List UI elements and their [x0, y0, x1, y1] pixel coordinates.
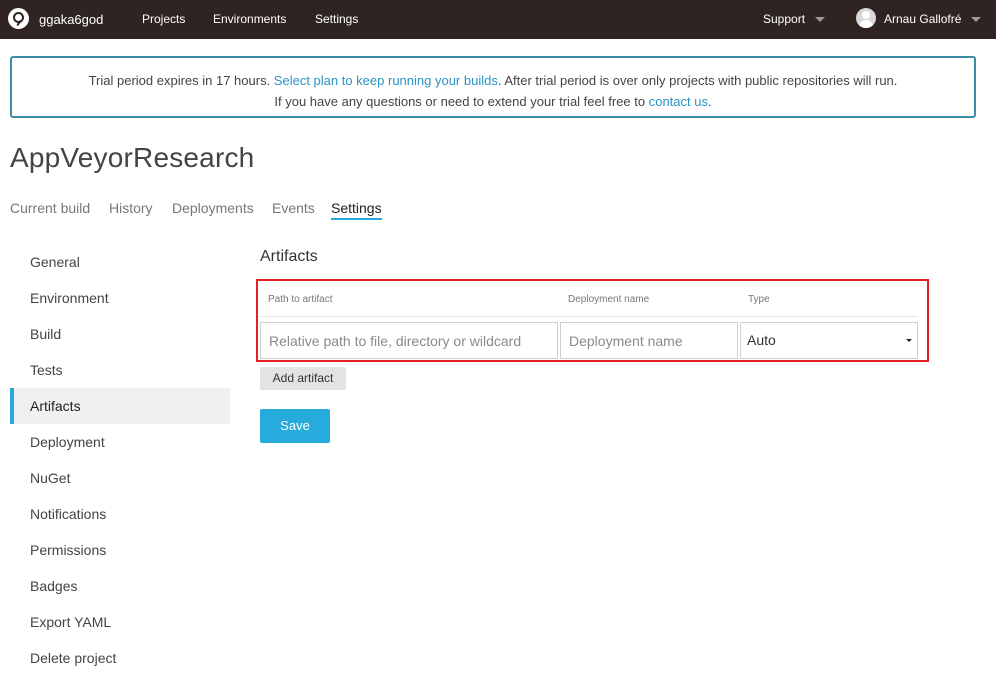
contact-us-link[interactable]: contact us — [649, 94, 708, 109]
column-header-divider — [260, 316, 918, 317]
page-title: AppVeyorResearch — [10, 142, 255, 173]
banner-text: Trial period expires in 17 hours. — [88, 73, 274, 88]
tab-events[interactable]: Events — [272, 200, 315, 216]
artifact-type-select[interactable]: Auto — [740, 322, 918, 359]
sidebar-item-general[interactable]: General — [10, 244, 230, 280]
artifact-type-value: Auto — [747, 332, 776, 348]
sidebar-item-permissions[interactable]: Permissions — [10, 532, 230, 568]
banner-text: If you have any questions or need to ext… — [274, 94, 649, 109]
trial-banner: Trial period expires in 17 hours. Select… — [10, 56, 976, 118]
column-header-deployment-name: Deployment name — [568, 294, 650, 305]
add-artifact-button[interactable]: Add artifact — [260, 367, 346, 390]
banner-text: . After trial period is over only projec… — [497, 73, 898, 88]
appveyor-logo-icon[interactable] — [8, 8, 29, 29]
chevron-down-icon — [971, 17, 982, 23]
nav-projects[interactable]: Projects — [142, 12, 185, 26]
section-title: Artifacts — [260, 248, 318, 265]
banner-text: . — [707, 94, 712, 109]
support-menu[interactable]: Support — [763, 12, 826, 26]
top-navbar: ggaka6god Projects Environments Settings… — [0, 0, 996, 39]
tab-history[interactable]: History — [109, 200, 153, 216]
sidebar-item-export-yaml[interactable]: Export YAML — [10, 604, 230, 640]
sidebar-item-nuget[interactable]: NuGet — [10, 460, 230, 496]
user-menu[interactable]: Arnau Gallofré — [884, 12, 982, 26]
caret-down-icon — [906, 339, 912, 342]
user-avatar[interactable] — [856, 8, 876, 28]
sidebar-item-notifications[interactable]: Notifications — [10, 496, 230, 532]
select-plan-link[interactable]: Select plan to keep running your builds — [274, 73, 498, 88]
nav-environments[interactable]: Environments — [213, 12, 286, 26]
user-name: Arnau Gallofré — [884, 12, 962, 26]
column-header-type: Type — [748, 294, 770, 305]
sidebar-item-artifacts[interactable]: Artifacts — [10, 388, 230, 424]
trial-banner-line-1: Trial period expires in 17 hours. Select… — [12, 70, 974, 91]
sidebar-item-delete-project[interactable]: Delete project — [10, 640, 230, 676]
nav-settings[interactable]: Settings — [315, 12, 358, 26]
trial-banner-line-2: If you have any questions or need to ext… — [12, 91, 974, 112]
deployment-name-input[interactable] — [560, 322, 738, 359]
support-label: Support — [763, 12, 806, 26]
chevron-down-icon — [815, 17, 826, 23]
save-button[interactable]: Save — [260, 409, 330, 443]
sidebar-item-badges[interactable]: Badges — [10, 568, 230, 604]
account-name[interactable]: ggaka6god — [39, 12, 103, 27]
tab-settings[interactable]: Settings — [331, 200, 382, 220]
sidebar-item-deployment[interactable]: Deployment — [10, 424, 230, 460]
tab-current-build[interactable]: Current build — [10, 200, 90, 216]
sidebar-item-environment[interactable]: Environment — [10, 280, 230, 316]
column-header-path: Path to artifact — [268, 294, 333, 305]
tab-deployments[interactable]: Deployments — [172, 200, 254, 216]
artifact-path-input[interactable] — [260, 322, 558, 359]
sidebar-item-build[interactable]: Build — [10, 316, 230, 352]
sidebar-item-tests[interactable]: Tests — [10, 352, 230, 388]
